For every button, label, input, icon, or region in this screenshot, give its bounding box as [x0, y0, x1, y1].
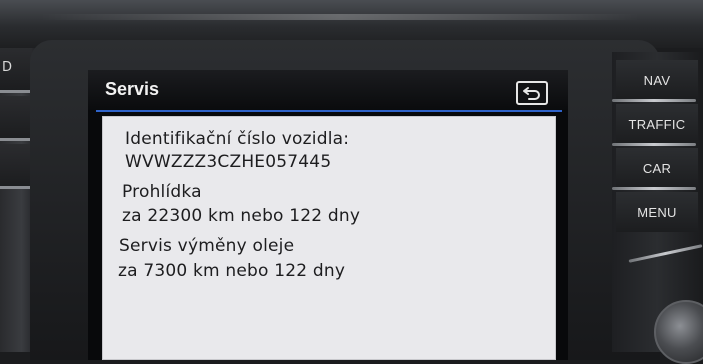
vin-value: WVWZZZ3CZHE057445: [125, 152, 332, 172]
left-hardware-button-label: D: [2, 60, 13, 75]
back-arrow-icon: [523, 87, 540, 100]
infotainment-screen: Servis Identifikační číslo vozidla: WVWZ…: [88, 70, 568, 360]
vin-label: Identifikační číslo vozidla:: [125, 129, 350, 149]
button-divider: [612, 99, 696, 102]
oil-service-label: Servis výměny oleje: [119, 236, 295, 256]
back-button[interactable]: [516, 81, 548, 105]
traffic-button[interactable]: TRAFFIC: [616, 104, 698, 144]
left-hardware-button-1[interactable]: D: [0, 48, 32, 93]
service-info-panel: Identifikační číslo vozidla: WVWZZZ3CZHE…: [102, 116, 556, 360]
car-button[interactable]: CAR: [616, 148, 698, 188]
dashboard-reflection: [40, 14, 640, 20]
oil-service-value: za 7300 km nebo 122 dny: [118, 261, 346, 281]
title-bar: Servis: [88, 70, 568, 110]
menu-button[interactable]: MENU: [616, 192, 698, 232]
rotary-knob[interactable]: [654, 300, 703, 364]
inspection-label: Prohlídka: [122, 182, 202, 202]
nav-button[interactable]: NAV: [616, 60, 698, 100]
inspection-value: za 22300 km nebo 122 dny: [122, 206, 361, 226]
title-underline: [96, 110, 562, 112]
left-hardware-button-3[interactable]: [0, 144, 32, 189]
button-divider: [612, 143, 696, 146]
page-title: Servis: [105, 79, 160, 99]
button-divider: [612, 187, 696, 190]
left-hardware-button-2[interactable]: [0, 96, 32, 141]
